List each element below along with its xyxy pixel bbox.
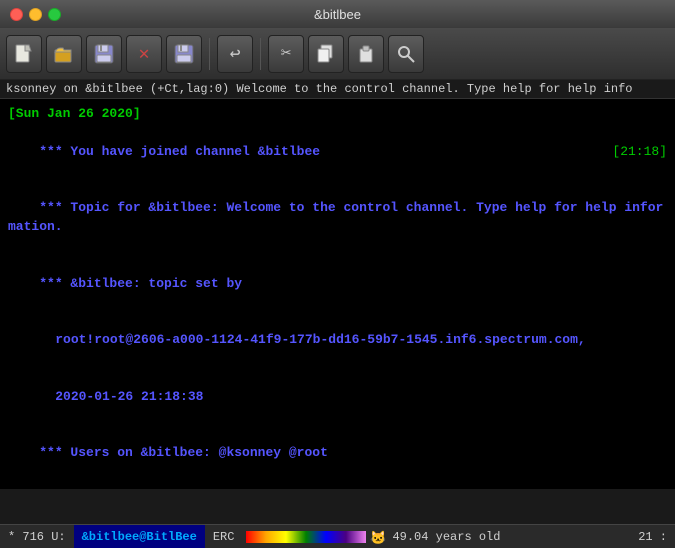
copy-button[interactable] bbox=[308, 35, 344, 73]
root-welcome-line: <root> Welcome to the BitlBee gateway! bbox=[8, 482, 667, 489]
search-button[interactable] bbox=[388, 35, 424, 73]
open-button[interactable] bbox=[46, 35, 82, 73]
cut-button[interactable]: ✂ bbox=[268, 35, 304, 73]
status-erc-label: ERC bbox=[205, 525, 243, 548]
status-num: 21 : bbox=[630, 525, 675, 548]
topic-set-line1: *** &bitlbee: topic set by bbox=[8, 256, 667, 313]
timestamp: [21:18] bbox=[612, 143, 667, 162]
status-age: 49.04 years old bbox=[386, 525, 506, 548]
topic-line: *** Topic for &bitlbee: Welcome to the c… bbox=[8, 180, 667, 255]
save2-button[interactable] bbox=[166, 35, 202, 73]
statusbar: * 716 U: &bitlbee@BitlBee ERC 🐱 49.04 ye… bbox=[0, 524, 675, 548]
topic-set-text3: 2020-01-26 21:18:38 bbox=[55, 389, 203, 404]
close-x-button[interactable]: ✕ bbox=[126, 35, 162, 73]
users-line: *** Users on &bitlbee: @ksonney @root bbox=[8, 425, 667, 482]
topic-set-text1: *** &bitlbee: topic set by bbox=[39, 276, 242, 291]
join-line: *** You have joined channel &bitlbee [21:… bbox=[8, 124, 667, 181]
topic-text: *** Topic for &bitlbee: Welcome to the c… bbox=[8, 200, 663, 234]
status-channel[interactable]: &bitlbee@BitlBee bbox=[74, 525, 205, 548]
paste-button[interactable] bbox=[348, 35, 384, 73]
users-text: *** Users on &bitlbee: @ksonney @root bbox=[39, 445, 328, 460]
status-info: * 716 U: bbox=[0, 525, 74, 548]
topic-set-line3: 2020-01-26 21:18:38 bbox=[8, 369, 667, 426]
close-window-button[interactable] bbox=[10, 8, 23, 21]
minimize-window-button[interactable] bbox=[29, 8, 42, 21]
maximize-window-button[interactable] bbox=[48, 8, 61, 21]
status-channel-label: &bitlbee@BitlBee bbox=[82, 530, 197, 544]
status-left-text: * 716 U: bbox=[8, 530, 66, 544]
svg-text:🐱: 🐱 bbox=[370, 530, 386, 545]
chat-area[interactable]: [Sun Jan 26 2020] *** You have joined ch… bbox=[0, 99, 675, 489]
infobar-text: ksonney on &bitlbee (+Ct,lag:0) Welcome … bbox=[6, 82, 633, 96]
save-button[interactable] bbox=[86, 35, 122, 73]
window-controls bbox=[10, 8, 61, 21]
date-line: [Sun Jan 26 2020] bbox=[8, 105, 667, 124]
status-rainbow-bar bbox=[246, 531, 366, 543]
window-title: &bitlbee bbox=[314, 7, 361, 22]
new-button[interactable] bbox=[6, 35, 42, 73]
toolbar: ✕ ↩ ✂ bbox=[0, 28, 675, 80]
toolbar-sep2 bbox=[260, 38, 261, 70]
age-text: 49.04 years old bbox=[392, 530, 500, 544]
undo-button[interactable]: ↩ bbox=[217, 35, 253, 73]
join-msg: *** You have joined channel &bitlbee bbox=[39, 144, 320, 159]
erc-label: ERC bbox=[213, 530, 235, 544]
toolbar-sep1 bbox=[209, 38, 210, 70]
topic-set-text2: root!root@2606-a000-1124-41f9-177b-dd16-… bbox=[55, 332, 586, 347]
topic-set-line2: root!root@2606-a000-1124-41f9-177b-dd16-… bbox=[8, 312, 667, 369]
num-text: 21 : bbox=[638, 530, 667, 544]
titlebar: &bitlbee bbox=[0, 0, 675, 28]
cat-icon: 🐱 bbox=[370, 529, 386, 545]
infobar: ksonney on &bitlbee (+Ct,lag:0) Welcome … bbox=[0, 80, 675, 99]
status-icon-area: 🐱 bbox=[370, 525, 386, 548]
